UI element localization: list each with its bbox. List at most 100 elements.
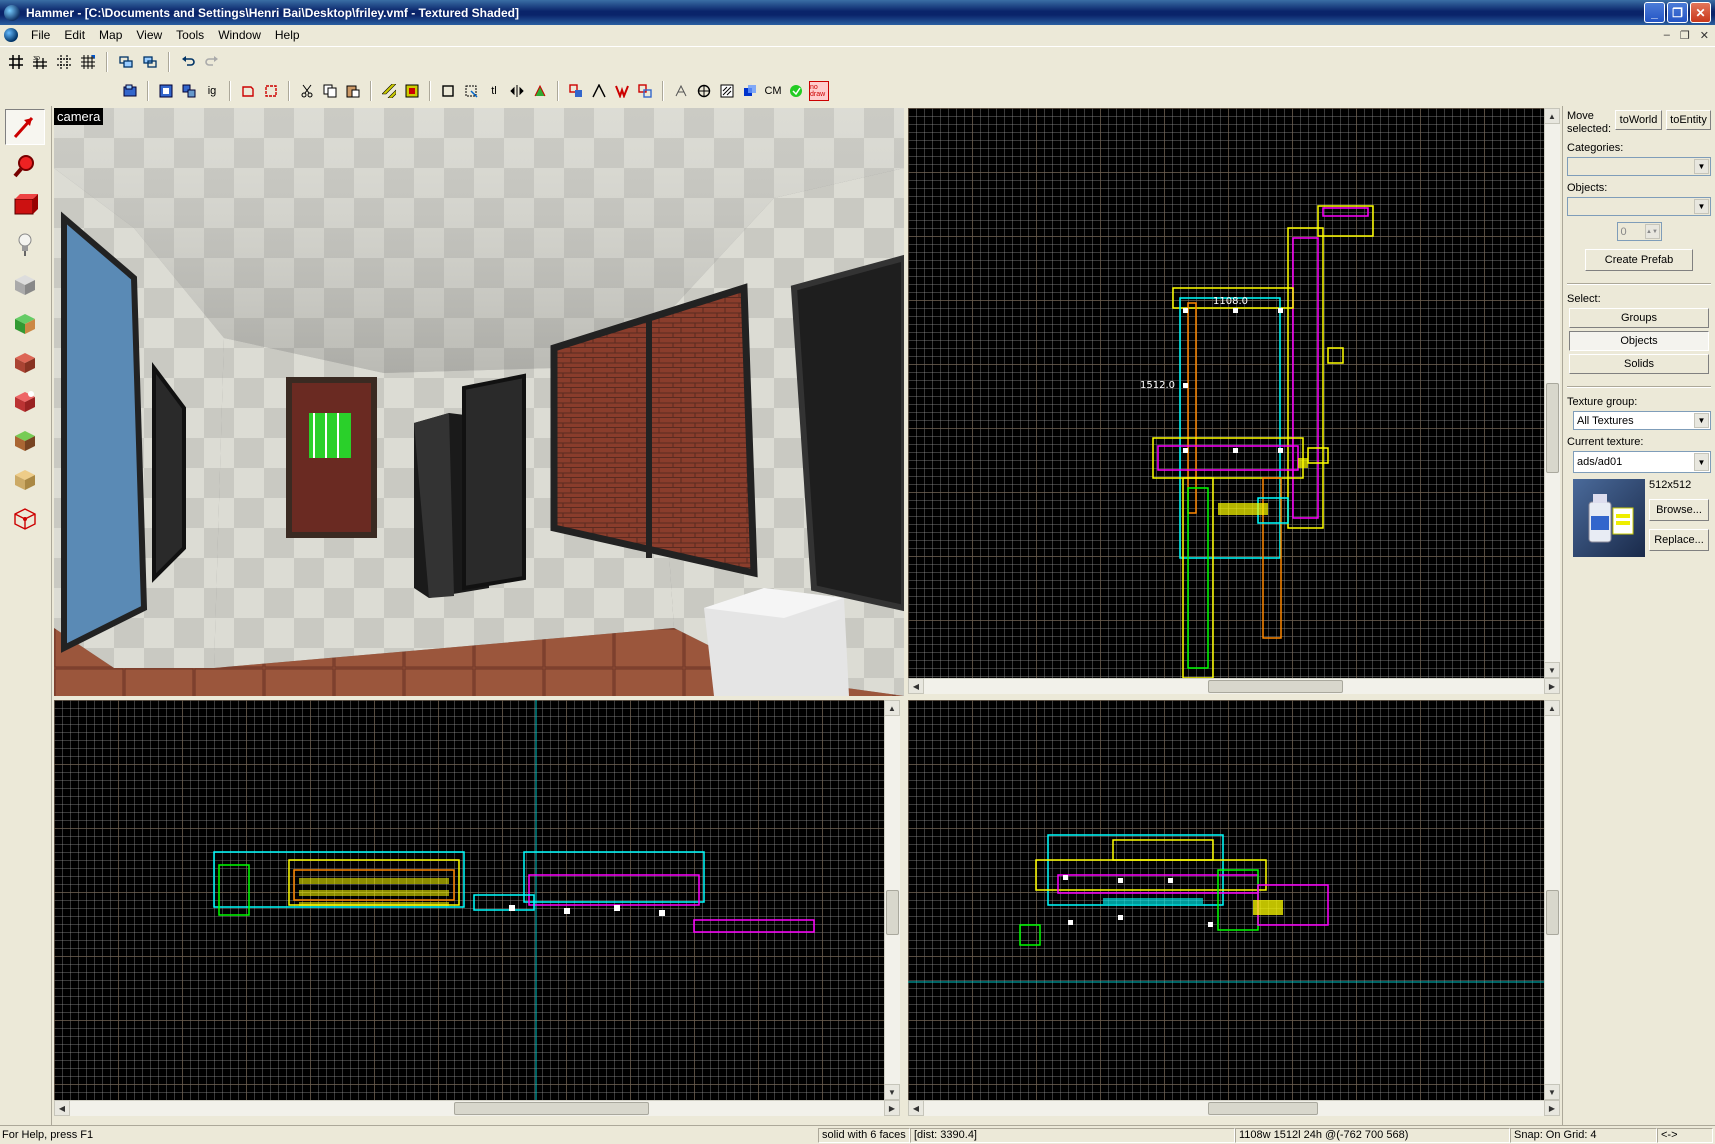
flip-vertical-icon[interactable]: [530, 81, 550, 101]
scroll-up-arrow[interactable]: ▲: [884, 700, 900, 716]
hollow-icon[interactable]: [402, 81, 422, 101]
scroll-down-arrow[interactable]: ▼: [1544, 662, 1560, 678]
scroll-down-arrow[interactable]: ▼: [1544, 1084, 1560, 1100]
hide-selection-icon[interactable]: [156, 81, 176, 101]
select-solids-button[interactable]: Solids: [1569, 354, 1709, 374]
menu-map[interactable]: Map: [92, 28, 129, 42]
texture-preview-image[interactable]: [1573, 479, 1645, 557]
cordon-icon[interactable]: [694, 81, 714, 101]
redo-icon[interactable]: [202, 52, 222, 72]
grid-toggle-icon[interactable]: [6, 52, 26, 72]
detail-objects-icon[interactable]: [635, 81, 655, 101]
side-view-hscroll[interactable]: ◀ ▶: [908, 1100, 1560, 1116]
spin-arrows-icon[interactable]: ▲▼: [1644, 224, 1660, 239]
texture-group-dropdown[interactable]: All Textures ▼: [1573, 411, 1711, 430]
camera-viewport[interactable]: camera: [54, 108, 904, 696]
mdi-minimize-button[interactable]: –: [1664, 29, 1670, 42]
texture-lock-toggle[interactable]: tl: [484, 81, 504, 101]
model-collision-icon[interactable]: [612, 81, 632, 101]
menu-help[interactable]: Help: [268, 28, 307, 42]
scroll-thumb[interactable]: [1208, 680, 1343, 693]
3d-grid-icon[interactable]: 3D: [30, 52, 50, 72]
run-map-icon[interactable]: [120, 81, 140, 101]
block-tool[interactable]: [5, 265, 45, 301]
replace-texture-button[interactable]: Replace...: [1649, 529, 1709, 551]
show-all-icon[interactable]: [179, 81, 199, 101]
scroll-left-arrow[interactable]: ◀: [908, 678, 924, 694]
current-texture-dropdown[interactable]: ads/ad01 ▼: [1573, 451, 1711, 473]
categories-dropdown[interactable]: ▼: [1567, 157, 1711, 176]
front-2d-viewport[interactable]: [54, 700, 884, 1100]
mdi-restore-button[interactable]: ❐: [1680, 29, 1690, 42]
selection-tool[interactable]: [5, 109, 45, 145]
scroll-thumb[interactable]: [886, 890, 899, 935]
radius-culling-icon[interactable]: [589, 81, 609, 101]
decal-tool[interactable]: [5, 382, 45, 418]
top-2d-viewport[interactable]: 1108.0 1512.0: [908, 108, 1544, 678]
toggle-cubemaps-button[interactable]: CM: [763, 81, 783, 101]
restore-button[interactable]: ❐: [1667, 2, 1688, 23]
dotted-grid-icon[interactable]: [54, 52, 74, 72]
top-view-vscroll[interactable]: ▲ ▼: [1544, 108, 1560, 678]
hidden-objects-icon[interactable]: [717, 81, 737, 101]
side-2d-viewport[interactable]: [908, 700, 1544, 1100]
group-icon[interactable]: [116, 52, 136, 72]
objects-count-spinner[interactable]: 0 ▲▼: [1616, 222, 1662, 241]
menu-tools[interactable]: Tools: [169, 28, 211, 42]
visgroups-icon[interactable]: [740, 81, 760, 101]
close-button[interactable]: ✕: [1690, 2, 1711, 23]
scroll-up-arrow[interactable]: ▲: [1544, 700, 1560, 716]
undo-icon[interactable]: [178, 52, 198, 72]
apply-current-texture-tool[interactable]: [5, 343, 45, 379]
scroll-thumb[interactable]: [1546, 383, 1559, 473]
flip-horizontal-icon[interactable]: [507, 81, 527, 101]
texture-scale-lock-icon[interactable]: [261, 81, 281, 101]
scroll-down-arrow[interactable]: ▼: [884, 1084, 900, 1100]
select-objects-button[interactable]: Objects: [1569, 331, 1709, 351]
mdi-close-button[interactable]: ✕: [1700, 29, 1709, 42]
scroll-right-arrow[interactable]: ▶: [1544, 678, 1560, 694]
vertex-tool[interactable]: [5, 499, 45, 535]
clipping-tool[interactable]: [5, 460, 45, 496]
grid-larger-icon[interactable]: [78, 52, 98, 72]
top-view-hscroll[interactable]: ◀ ▶: [908, 678, 1560, 694]
menu-edit[interactable]: Edit: [57, 28, 92, 42]
ungroup-icon[interactable]: [140, 52, 160, 72]
menu-view[interactable]: View: [129, 28, 169, 42]
paste-icon[interactable]: [343, 81, 363, 101]
scroll-left-arrow[interactable]: ◀: [54, 1100, 70, 1116]
nodraw-toggle[interactable]: no draw: [809, 81, 829, 101]
side-view-vscroll[interactable]: ▲ ▼: [1544, 700, 1560, 1100]
to-world-button[interactable]: toWorld: [1615, 110, 1662, 130]
scroll-thumb[interactable]: [1546, 890, 1559, 935]
entity-helpers-icon[interactable]: [566, 81, 586, 101]
ignore-groups-button[interactable]: ig: [202, 81, 222, 101]
objects-dropdown[interactable]: ▼: [1567, 197, 1711, 216]
front-view-hscroll[interactable]: ◀ ▶: [54, 1100, 900, 1116]
scroll-thumb[interactable]: [454, 1102, 649, 1115]
document-icon[interactable]: [4, 28, 18, 42]
browse-texture-button[interactable]: Browse...: [1649, 499, 1709, 521]
create-prefab-button[interactable]: Create Prefab: [1585, 249, 1693, 271]
minimize-button[interactable]: _: [1644, 2, 1665, 23]
ambient-lighting-icon[interactable]: [786, 81, 806, 101]
selection-box-icon[interactable]: [438, 81, 458, 101]
texture-lock-icon[interactable]: [238, 81, 258, 101]
copy-icon[interactable]: [320, 81, 340, 101]
toggle-lighting-icon[interactable]: [671, 81, 691, 101]
texture-application-tool[interactable]: [5, 304, 45, 340]
select-by-handles-icon[interactable]: [461, 81, 481, 101]
menu-window[interactable]: Window: [211, 28, 268, 42]
front-view-vscroll[interactable]: ▲ ▼: [884, 700, 900, 1100]
camera-tool[interactable]: [5, 187, 45, 223]
scroll-right-arrow[interactable]: ▶: [1544, 1100, 1560, 1116]
entity-tool[interactable]: [5, 226, 45, 262]
select-groups-button[interactable]: Groups: [1569, 308, 1709, 328]
carve-icon[interactable]: [379, 81, 399, 101]
to-entity-button[interactable]: toEntity: [1665, 110, 1711, 130]
cut-icon[interactable]: [297, 81, 317, 101]
scroll-right-arrow[interactable]: ▶: [884, 1100, 900, 1116]
scroll-up-arrow[interactable]: ▲: [1544, 108, 1560, 124]
scroll-thumb[interactable]: [1208, 1102, 1318, 1115]
scroll-left-arrow[interactable]: ◀: [908, 1100, 924, 1116]
